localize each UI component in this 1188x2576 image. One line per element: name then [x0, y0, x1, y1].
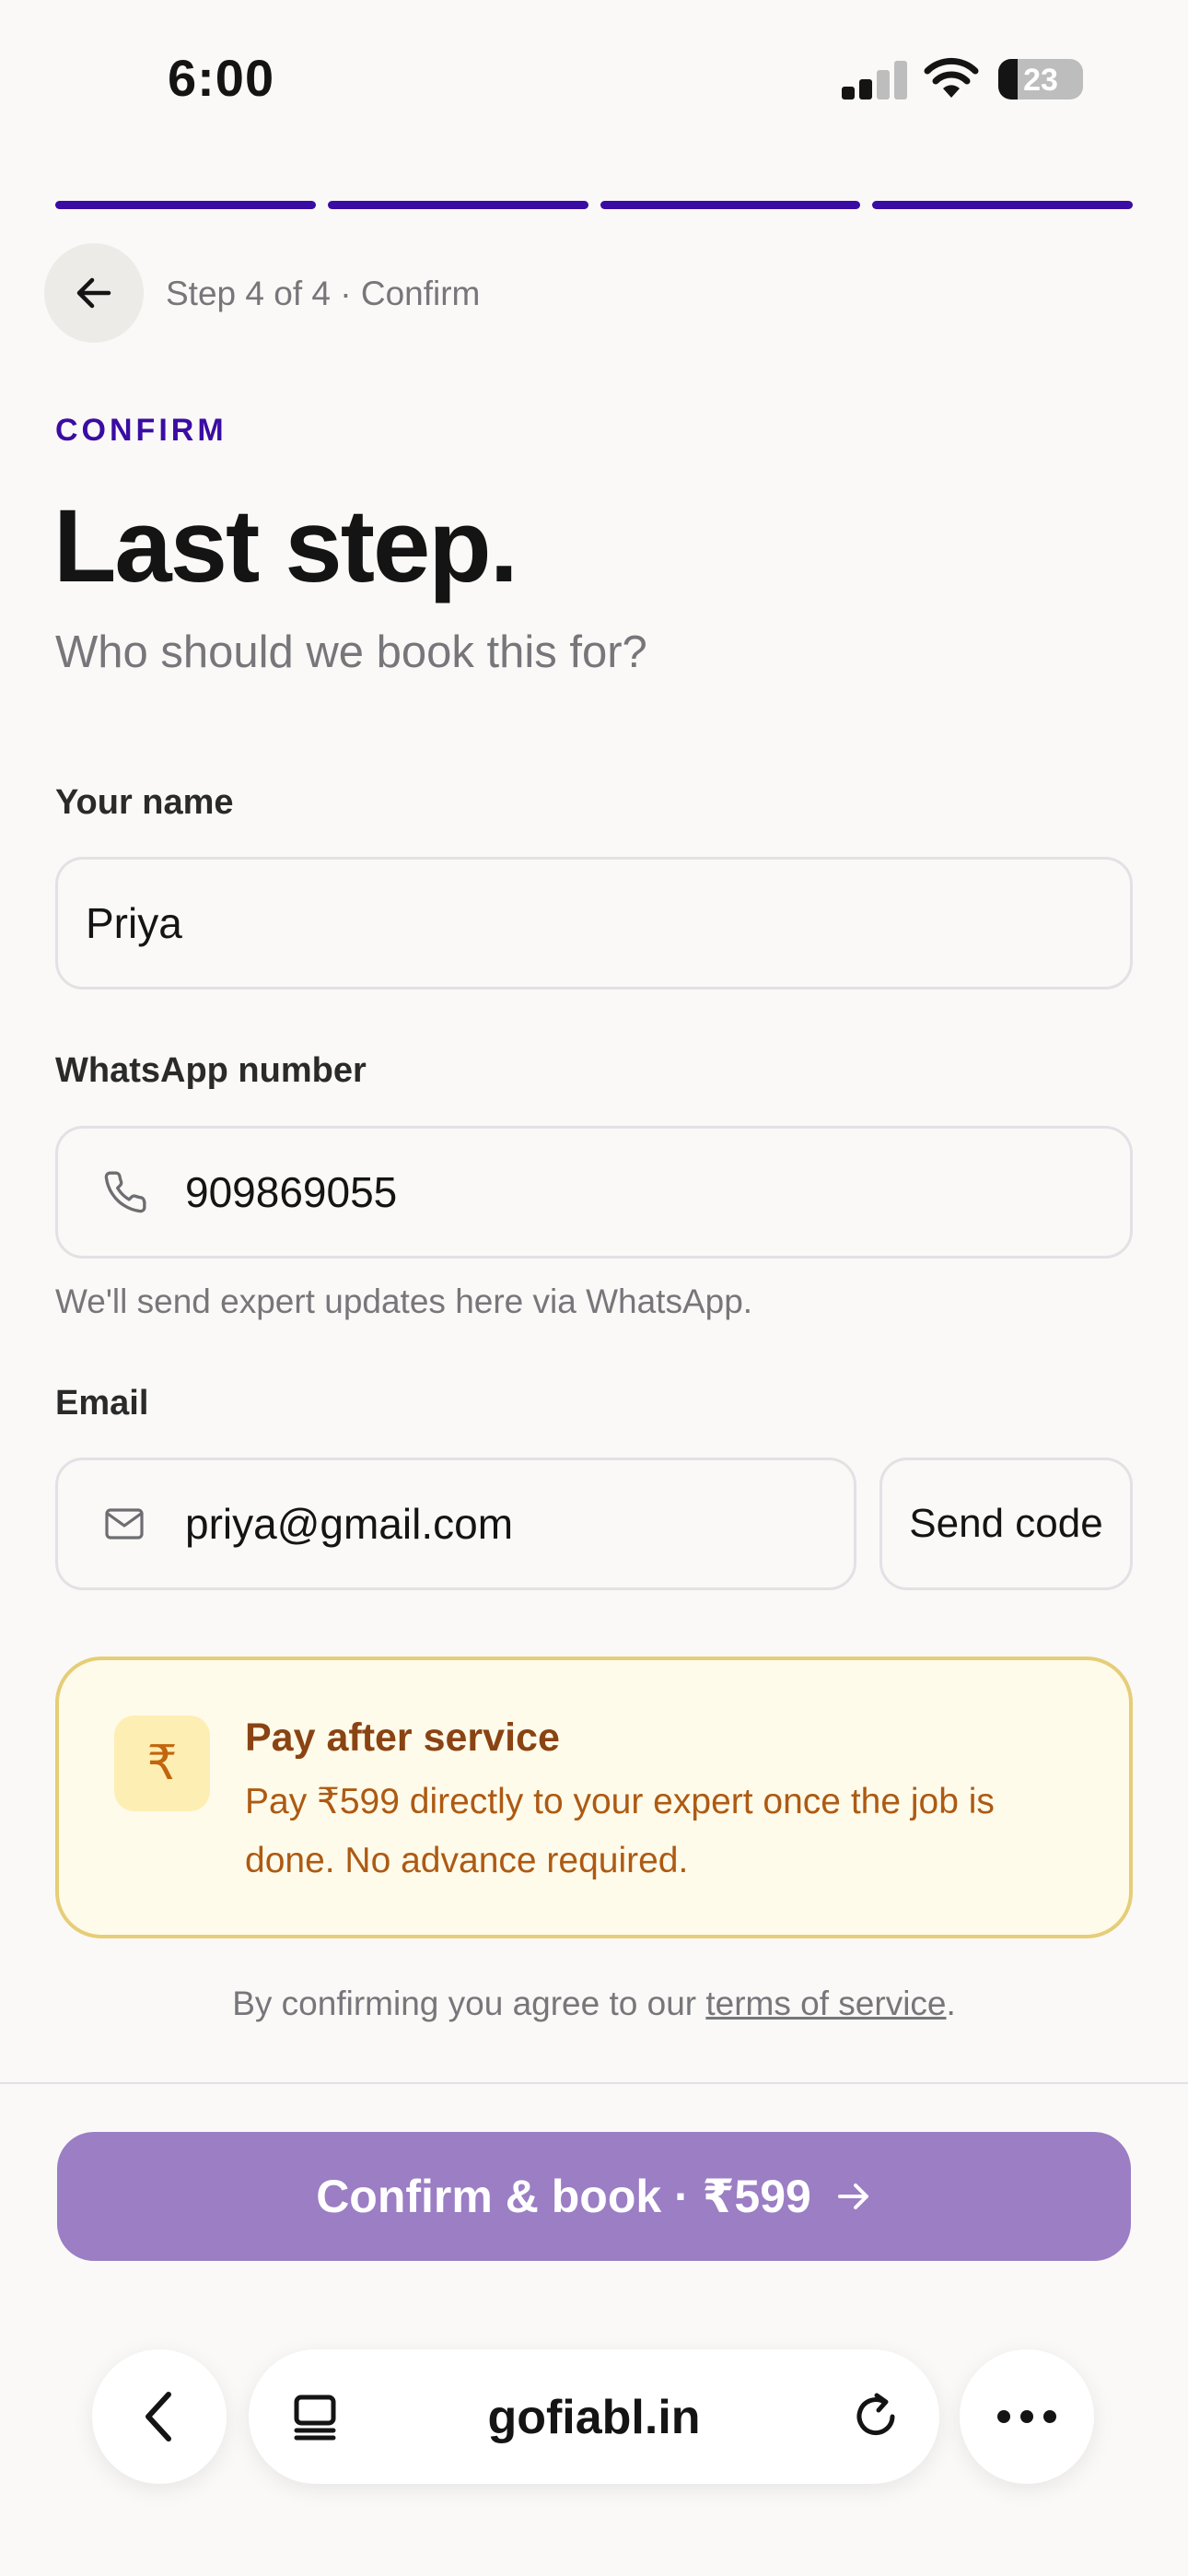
chevron-left-icon	[146, 2392, 171, 2441]
reload-icon[interactable]	[849, 2390, 903, 2443]
email-value: priya@gmail.com	[185, 1500, 514, 1548]
more-dots-icon	[997, 2410, 1056, 2423]
section-eyebrow: CONFIRM	[55, 413, 227, 448]
terms-of-service-link[interactable]: terms of service	[705, 1985, 946, 2022]
page-subtitle: Who should we book this for?	[55, 627, 647, 677]
page-title: Last step.	[53, 488, 518, 603]
back-button[interactable]	[44, 243, 144, 343]
battery-percent: 23	[1023, 63, 1058, 98]
progress-segment-4	[872, 201, 1133, 209]
name-label: Your name	[55, 783, 234, 822]
terms-suffix: .	[946, 1985, 956, 2022]
mail-icon	[105, 1508, 144, 1540]
email-field[interactable]: priya@gmail.com	[55, 1458, 856, 1590]
step-label: Step 4 of 4 · Confirm	[166, 275, 481, 312]
progress-segment-1	[55, 201, 316, 209]
arrow-left-icon	[76, 277, 111, 309]
confirm-book-label: Confirm & book · ₹599	[316, 2171, 811, 2222]
wifi-icon	[924, 57, 979, 98]
progress-segment-2	[327, 201, 588, 209]
url-text: gofiabl.in	[487, 2391, 701, 2444]
browser-more-button[interactable]	[960, 2349, 1094, 2484]
rupee-icon: ₹	[114, 1715, 210, 1811]
browser-back-button[interactable]	[92, 2349, 227, 2484]
status-time: 6:00	[168, 49, 275, 107]
send-code-button[interactable]: Send code	[879, 1458, 1133, 1590]
whatsapp-value: 909869055	[185, 1168, 398, 1216]
whatsapp-label: WhatsApp number	[55, 1051, 367, 1090]
step-progress	[55, 201, 1133, 209]
email-label: Email	[55, 1384, 149, 1423]
name-field[interactable]: Priya	[55, 857, 1133, 989]
phone-icon	[104, 1171, 146, 1213]
arrow-right-icon	[837, 2184, 868, 2209]
address-bar[interactable]: gofiabl.in	[249, 2349, 939, 2484]
cellular-signal-icon	[842, 61, 908, 100]
battery-tip	[1077, 70, 1083, 87]
whatsapp-field[interactable]: 909869055	[55, 1126, 1133, 1259]
confirm-book-button[interactable]: Confirm & book · ₹599	[57, 2132, 1131, 2261]
whatsapp-hint: We'll send expert updates here via Whats…	[55, 1282, 753, 1320]
progress-segment-3	[600, 201, 861, 209]
name-value: Priya	[86, 899, 182, 947]
notice-body: Pay ₹599 directly to your expert once th…	[245, 1782, 995, 1880]
notice-title: Pay after service	[245, 1715, 560, 1760]
battery-icon: 23	[998, 59, 1083, 100]
footer-divider	[0, 2082, 1188, 2084]
terms-text: By confirming you agree to our terms of …	[0, 1985, 1188, 2023]
pay-after-service-notice: ₹ Pay after service Pay ₹599 directly to…	[55, 1657, 1133, 1938]
terms-prefix: By confirming you agree to our	[232, 1985, 706, 2022]
